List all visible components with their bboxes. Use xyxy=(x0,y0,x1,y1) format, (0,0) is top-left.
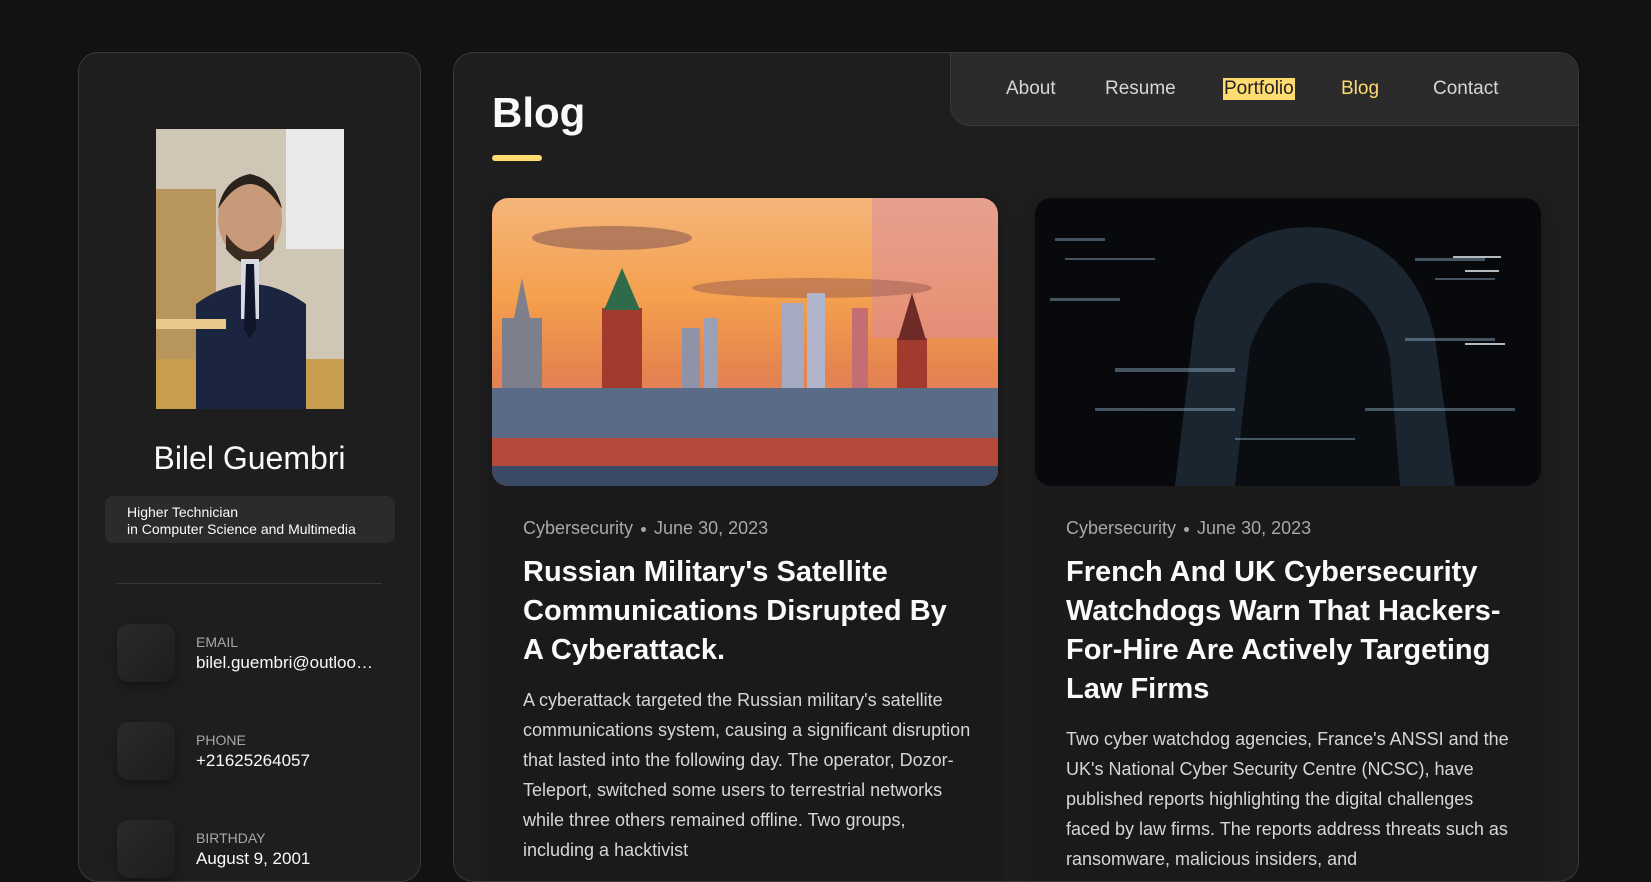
sidebar-separator xyxy=(117,583,382,584)
contact-birthday: BIRTHDAY August 9, 2001 xyxy=(117,820,387,880)
post-meta: Cybersecurity June 30, 2023 xyxy=(1066,518,1311,539)
contact-email: EMAIL bilel.guembri@outlook.com xyxy=(117,624,387,684)
contact-value-birthday: August 9, 2001 xyxy=(196,849,311,868)
post-excerpt: Two cyber watchdog agencies, France's AN… xyxy=(1066,729,1509,869)
post-category: Cybersecurity xyxy=(523,518,634,538)
main-panel: About Resume Portfolio Blog Contact Blog xyxy=(453,52,1579,882)
title-underline xyxy=(492,155,542,161)
contact-value-email[interactable]: bilel.guembri@outlook.com xyxy=(196,653,381,673)
post-image-hacker[interactable] xyxy=(1035,198,1541,486)
post-title[interactable]: French And UK Cybersecurity Watchdogs Wa… xyxy=(1066,553,1516,709)
blog-post-card[interactable]: Cybersecurity June 30, 2023 French And UK… xyxy=(1035,198,1541,881)
phone-icon xyxy=(117,722,175,780)
contact-label: PHONE xyxy=(196,732,246,748)
meta-dot xyxy=(641,526,647,532)
post-date: June 30, 2023 xyxy=(654,518,769,538)
nav-about[interactable]: About xyxy=(1006,78,1056,100)
post-image-moscow[interactable] xyxy=(492,198,998,486)
contact-label: BIRTHDAY xyxy=(196,830,266,846)
avatar xyxy=(156,129,344,409)
page-title: Blog xyxy=(492,89,586,136)
profile-title-line1: Higher Technician xyxy=(127,504,239,520)
blog-post-card[interactable]: Cybersecurity June 30, 2023 Russian Milit… xyxy=(492,198,998,881)
meta-dot xyxy=(1184,526,1190,532)
contact-label: EMAIL xyxy=(196,634,239,650)
nav-portfolio[interactable]: Portfolio xyxy=(1223,78,1295,100)
contact-phone: PHONE +21625264057 xyxy=(117,722,387,782)
profile-name: Bilel Guembri xyxy=(153,440,346,476)
nav-resume[interactable]: Resume xyxy=(1105,78,1176,100)
profile-title-line2: in Computer Science and Multimedia xyxy=(127,521,356,537)
post-meta: Cybersecurity June 30, 2023 xyxy=(523,518,768,539)
profile-title-badge: Higher Technician in Computer Science an… xyxy=(105,496,395,543)
post-excerpt: A cyberattack targeted the Russian milit… xyxy=(523,690,971,860)
sidebar: Bilel Guembri Higher Technician in Compu… xyxy=(78,52,421,882)
nav-contact[interactable]: Contact xyxy=(1433,78,1498,100)
post-category: Cybersecurity xyxy=(1066,518,1177,538)
navbar: About Resume Portfolio Blog Contact xyxy=(950,53,1578,126)
calendar-icon xyxy=(117,820,175,878)
post-date: June 30, 2023 xyxy=(1197,518,1312,538)
nav-blog[interactable]: Blog xyxy=(1341,78,1379,100)
contact-value-phone[interactable]: +21625264057 xyxy=(196,751,310,771)
mail-icon xyxy=(117,624,175,682)
post-title[interactable]: Russian Military's Satellite Communicati… xyxy=(523,553,973,670)
